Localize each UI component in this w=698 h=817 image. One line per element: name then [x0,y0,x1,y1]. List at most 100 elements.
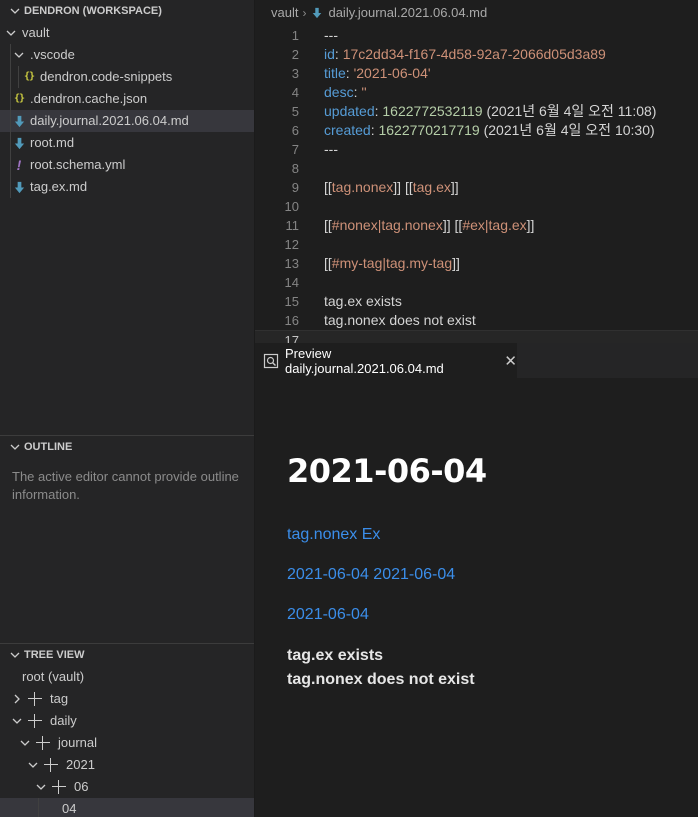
code-token: #nonex|tag.nonex [331,217,443,233]
code-line[interactable]: 2 id: 17c2dd34-f167-4d58-92a7-2066d05d3a8… [255,45,698,64]
line-number: 16 [284,313,299,328]
tree-item-dendron-cache-json[interactable]: {} .dendron.cache.json [0,88,254,110]
preview-link[interactable]: 2021-06-04 [287,606,369,623]
code-token: #my-tag|tag.my-tag [331,255,453,271]
line-number: 12 [284,237,299,252]
outline-header[interactable]: OUTLINE [0,436,254,458]
code-line[interactable]: 1 --- [255,26,698,45]
tree-node-journal[interactable]: journal [0,732,254,754]
code-line[interactable]: 14 [255,273,698,292]
line-text: id: 17c2dd34-f167-4d58-92a7-2066d05d3a89 [299,45,606,64]
code-line[interactable]: 4 desc: '' [255,83,698,102]
markdown-preview: 2021-06-04 tag.nonex Ex 2021-06-04 2021-… [255,378,698,817]
plus-icon [28,714,42,728]
preview-link[interactable]: tag.nonex [287,526,357,543]
code-line[interactable]: 3 title: '2021-06-04' [255,64,698,83]
preview-text: tag.ex exists [287,647,384,664]
markdown-icon [12,180,26,194]
tree-node-2021[interactable]: 2021 [0,754,254,776]
preview-title: 2021-06-04 [287,452,487,490]
line-text [299,235,324,254]
chevron-down-icon [12,48,26,62]
code-token: ]] [450,179,459,195]
tree-item-root-md[interactable]: root.md [0,132,254,154]
tree-item-tag-ex[interactable]: tag.ex.md [0,176,254,198]
tree-item-label: .dendron.cache.json [30,91,148,106]
close-icon[interactable]: ✕ [504,352,517,370]
code-token: id [324,46,335,62]
line-text: title: '2021-06-04' [299,64,431,83]
tree-view-header[interactable]: TREE VIEW [0,644,254,666]
code-token: updated [324,103,375,119]
code-line[interactable]: 6 created: 1622770217719 (2021년 6월 4일 오전 … [255,121,698,140]
explorer-header[interactable]: DENDRON (WORKSPACE) [0,0,254,22]
preview-link[interactable]: 2021-06-04 [287,566,369,583]
tree-node-tag[interactable]: tag [0,688,254,710]
tree-node-root[interactable]: root (vault) [0,666,254,688]
tree-item-vscode-folder[interactable]: .vscode [0,44,254,66]
line-number: 14 [284,275,299,290]
code-line[interactable]: 5 updated: 1622772532119 (2021년 6월 4일 오전 … [255,102,698,121]
code-line[interactable]: 13 [[#my-tag|tag.my-tag]] [255,254,698,273]
preview-link[interactable]: 2021-06-04 [373,566,455,583]
tab-preview[interactable]: Preview daily.journal.2021.06.04.md ✕ [255,343,517,378]
code-line[interactable]: 9 [[tag.nonex]] [[tag.ex]] [255,178,698,197]
line-text [299,273,324,292]
line-text: tag.ex exists [299,292,402,311]
code-line[interactable]: 10 [255,197,698,216]
preview-link[interactable]: Ex [362,526,381,543]
indent-guide [38,798,39,817]
code-token: ]] [526,217,535,233]
indent-guide [10,110,11,132]
line-number: 3 [291,66,299,81]
code-line[interactable]: 12 [255,235,698,254]
tree-node-label: journal [58,735,98,750]
tree-item-dendron-code-snippets[interactable]: {} dendron.code-snippets [0,66,254,88]
code-lines[interactable]: 1 --- 2 id: 17c2dd34-f167-4d58-92a7-2066d05… [255,26,698,349]
preview-icon [263,353,279,369]
tree-node-04[interactable]: 04 [0,798,254,817]
tree-node-label: root (vault) [22,669,85,684]
tree-item-label: root.schema.yml [30,157,126,172]
tree-node-06[interactable]: 06 [0,776,254,798]
code-token: (2021년 6월 4일 오전 11:08) [482,103,657,119]
code-token: : [334,46,343,62]
preview-paragraph: 2021-06-04 2021-06-04 [287,566,698,584]
chevron-down-icon [34,780,48,794]
code-line[interactable]: 11 [[#nonex|tag.nonex]] [[#ex|tag.ex]] [255,216,698,235]
line-text [299,159,324,178]
code-token: [[ [324,255,332,271]
code-token: tag.nonex [331,179,394,195]
plus-icon [44,758,58,772]
line-number: 13 [284,256,299,271]
code-line[interactable]: 7 --- [255,140,698,159]
code-line[interactable]: 15 tag.ex exists [255,292,698,311]
breadcrumb-item-vault[interactable]: vault [271,0,298,26]
tree-view-title: TREE VIEW [24,649,85,661]
outline-panel: OUTLINE The active editor cannot provide… [0,435,254,643]
code-token: title [324,65,346,81]
chevron-right-icon [10,692,24,706]
code-line[interactable]: 8 [255,159,698,178]
tree-item-root-schema[interactable]: ! root.schema.yml [0,154,254,176]
tree-item-daily-journal[interactable]: daily.journal.2021.06.04.md [0,110,254,132]
code-token: ]] [[ [393,179,413,195]
code-token: ]] [[ [442,217,463,233]
breadcrumb-item-file[interactable]: daily.journal.2021.06.04.md [328,0,487,26]
line-number: 6 [291,123,299,138]
indent-guide [10,88,11,110]
json-icon: {} [23,71,35,82]
preview-paragraph: tag.nonex Ex [287,526,698,544]
tree-node-daily[interactable]: daily [0,710,254,732]
code-line[interactable]: 16 tag.nonex does not exist [255,311,698,330]
code-token: tag.ex [412,179,451,195]
tree-node-label: 06 [74,779,89,794]
tree-item-vault[interactable]: vault [0,22,254,44]
tree-node-label: 04 [62,801,77,816]
code-editor[interactable]: vault › daily.journal.2021.06.04.md 1 ---… [255,0,698,349]
code-token: : [345,65,354,81]
code-token: 17c2dd34-f167-4d58-92a7-2066d05d3a89 [342,46,606,62]
line-text: --- [299,140,338,159]
tree-item-label: tag.ex.md [30,179,88,194]
indent-guide [10,132,11,154]
